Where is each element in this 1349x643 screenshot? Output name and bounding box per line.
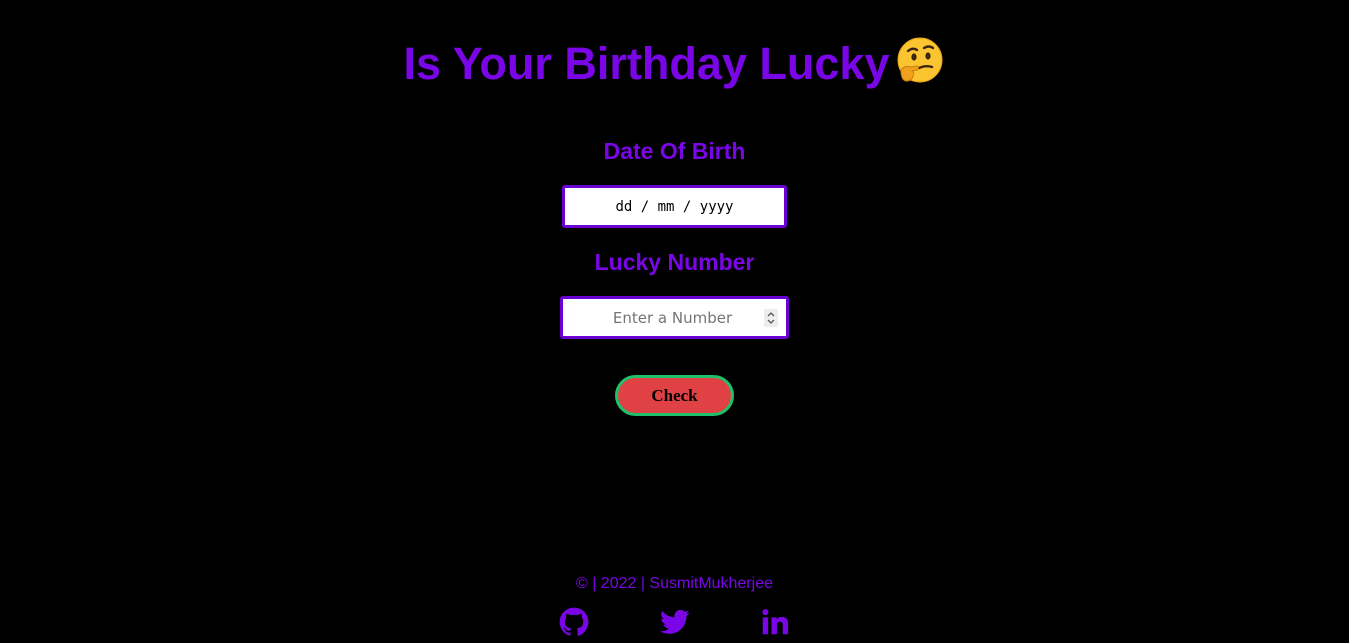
dob-date-value: dd / mm / yyyy — [615, 198, 734, 215]
page-title: Is Your Birthday Lucky — [403, 38, 890, 89]
lucky-number-input[interactable]: Enter a Number — [560, 296, 789, 339]
lucky-number-label: Lucky Number — [594, 249, 755, 275]
linkedin-icon — [762, 609, 789, 635]
github-icon — [559, 607, 589, 636]
chevron-up-down-icon — [767, 311, 775, 324]
twitter-icon — [660, 609, 690, 634]
thinking-face-icon — [895, 36, 945, 86]
page: Is Your Birthday Lucky Date Of Birth dd … — [0, 0, 1349, 643]
check-button[interactable]: Check — [615, 375, 734, 416]
lucky-number-placeholder: Enter a Number — [612, 308, 733, 327]
footer-credit: © | 2022 | SusmitMukherjee — [575, 575, 774, 592]
number-spinner[interactable] — [764, 308, 778, 327]
linkedin-link[interactable] — [760, 607, 790, 637]
header: Is Your Birthday Lucky — [0, 36, 1349, 90]
dob-label: Date Of Birth — [603, 138, 746, 164]
github-link[interactable] — [559, 607, 589, 637]
twitter-link[interactable] — [660, 607, 690, 637]
dob-date-input[interactable]: dd / mm / yyyy — [562, 185, 787, 228]
